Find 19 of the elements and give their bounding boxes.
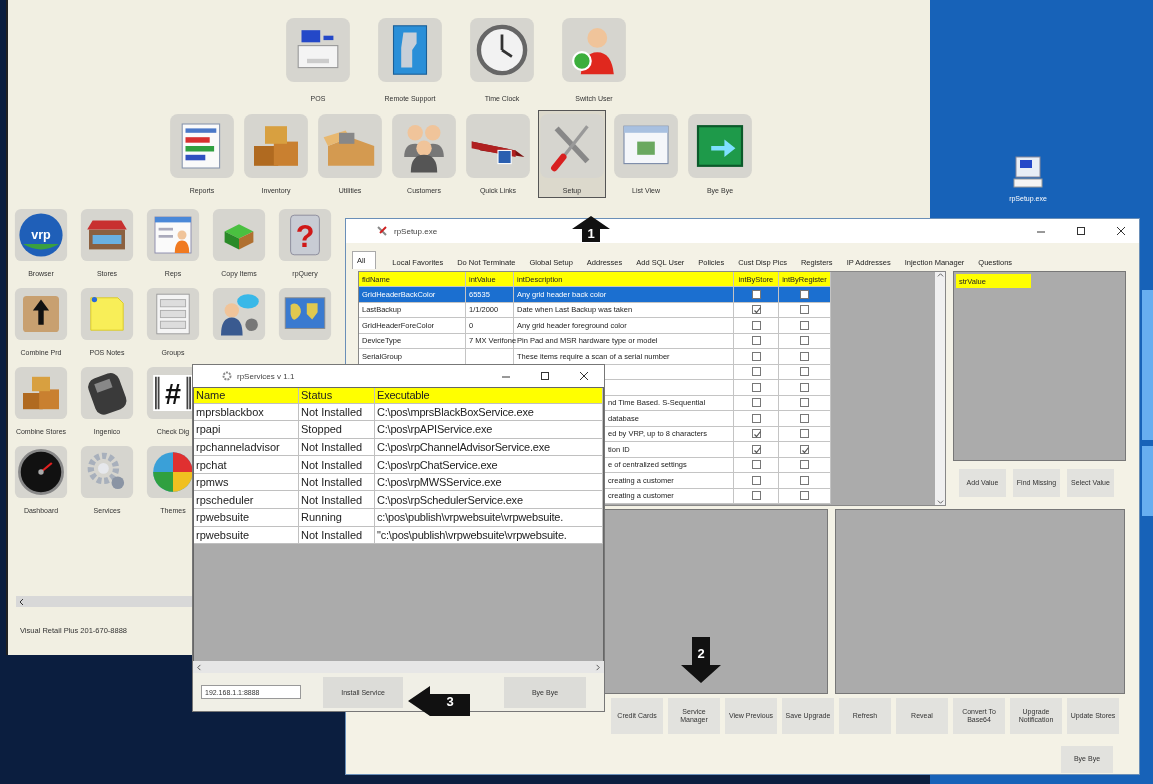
table-cell: Stopped: [299, 421, 375, 439]
table-cell: C:\pos\rpChatService.exe: [375, 456, 603, 474]
step-arrow: 2: [681, 637, 721, 683]
globe-icon: vrp: [14, 208, 68, 262]
table-cell: Not Installed: [299, 456, 375, 474]
table-cell: rpwebsuite: [194, 509, 299, 527]
step-arrow: 3: [408, 686, 470, 716]
table-cell: Not Installed: [299, 526, 375, 545]
table-cell: C:\pos\rpAPIService.exe: [375, 421, 603, 439]
table-cell: rpwebsuite: [194, 526, 299, 545]
step-arrow: 1: [572, 216, 610, 242]
table-cell: "c:\pos\publish\vrpwebsuite\vrpwebsuite.: [375, 526, 603, 545]
table-cell: rpchat: [194, 456, 299, 474]
window-title: rpSetup.exe: [394, 226, 438, 236]
table-cell: c:\pos\publish\vrpwebsuite\vrpwebsuite.: [375, 509, 603, 527]
table-cell: Running: [299, 509, 375, 527]
scroll-icon: ?: [278, 208, 332, 262]
window-title: rpServices v 1.1: [237, 371, 295, 381]
table-cell: rpapi: [194, 421, 299, 439]
